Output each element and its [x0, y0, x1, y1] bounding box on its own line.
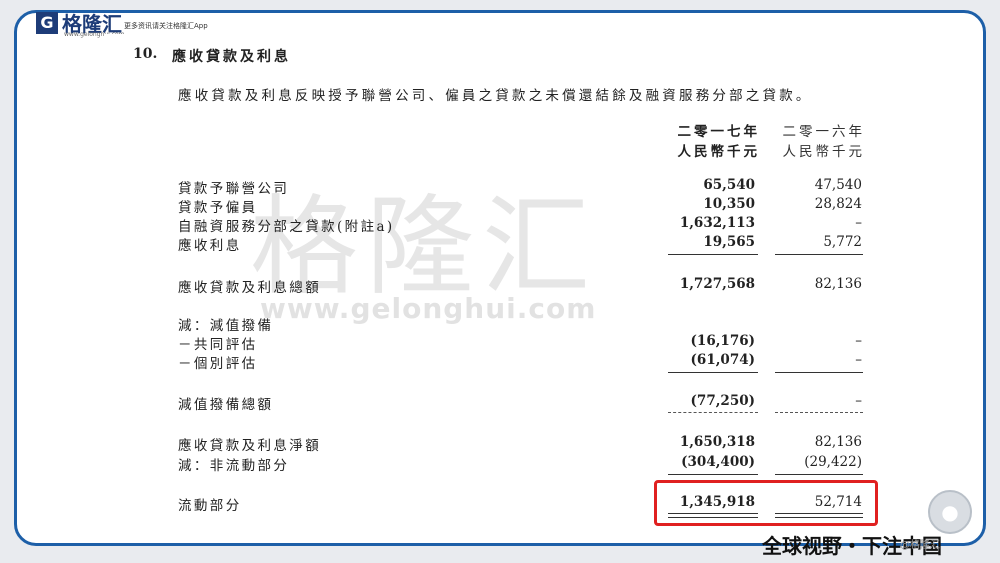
highlight-box: [654, 480, 878, 526]
column-header-2017-year: 二零一七年: [677, 124, 760, 140]
section-intro: 應收貸款及利息反映授予聯營公司、僱員之貸款之未償還結餘及融資服務分部之貸款。: [178, 88, 813, 104]
watermark-url: www.gelonghui.com: [260, 292, 597, 325]
row-value-2016: 82,136: [814, 276, 862, 292]
row-value-2017: (16,176): [690, 333, 755, 349]
row-label: －個別評估: [178, 356, 258, 372]
subtotal-rule: [668, 474, 758, 475]
row-value-2016: 47,540: [814, 177, 862, 193]
row-value-2017: (61,074): [690, 352, 755, 368]
row-value-2016: –: [855, 215, 862, 231]
row-value-2017: 1,727,568: [679, 276, 755, 292]
row-value-2017: 1,632,113: [679, 215, 755, 231]
row-value-2016: –: [855, 352, 862, 368]
row-value-2016: –: [855, 333, 862, 349]
row-label: 應收貸款及利息總額: [178, 280, 322, 296]
subtotal-rule: [775, 372, 863, 373]
row-label: 應收利息: [178, 238, 242, 254]
logo-icon: G: [36, 12, 58, 34]
row-label: －共同評估: [178, 337, 258, 353]
column-header-2017-unit: 人民幣千元: [677, 144, 760, 160]
row-value-2016: –: [855, 393, 862, 409]
row-value-2017: 1,650,318: [679, 434, 755, 450]
column-header-2016-unit: 人民幣千元: [782, 144, 865, 160]
row-value-2017: (304,400): [681, 454, 755, 470]
small-watermark: @格隆汇: [900, 540, 940, 551]
row-label: 減值撥備總額: [178, 397, 274, 413]
row-label: 流動部分: [178, 498, 242, 514]
row-value-2017: 10,350: [703, 196, 755, 212]
row-label: 減：非流動部分: [178, 458, 290, 474]
row-label: 自融資服務分部之貸款(附註a): [178, 219, 395, 235]
section-title: 應收貸款及利息: [172, 49, 291, 65]
subtotal-rule: [668, 372, 758, 373]
row-value-2017: (77,250): [690, 393, 755, 409]
row-label: 減：減值撥備: [178, 318, 274, 334]
row-label: 貸款予僱員: [178, 200, 258, 216]
dashed-rule: [668, 412, 758, 413]
subtotal-rule: [775, 254, 863, 255]
dashed-rule: [775, 412, 863, 413]
row-value-2017: 19,565: [703, 234, 755, 250]
row-value-2016: 28,824: [814, 196, 862, 212]
globe-icon: ●: [928, 490, 972, 534]
subtotal-rule: [775, 474, 863, 475]
section-number: 10.: [133, 46, 158, 62]
logo-tagline: 更多资讯请关注格隆汇App: [124, 22, 208, 30]
subtotal-rule: [668, 254, 758, 255]
column-header-2016-year: 二零一六年: [782, 124, 865, 140]
row-value-2017: 65,540: [703, 177, 755, 193]
row-label: 應收貸款及利息淨額: [178, 438, 322, 454]
row-value-2016: 5,772: [823, 234, 862, 250]
row-value-2016: 82,136: [814, 434, 862, 450]
row-value-2016: (29,422): [804, 454, 862, 470]
row-label: 貸款予聯營公司: [178, 181, 290, 197]
